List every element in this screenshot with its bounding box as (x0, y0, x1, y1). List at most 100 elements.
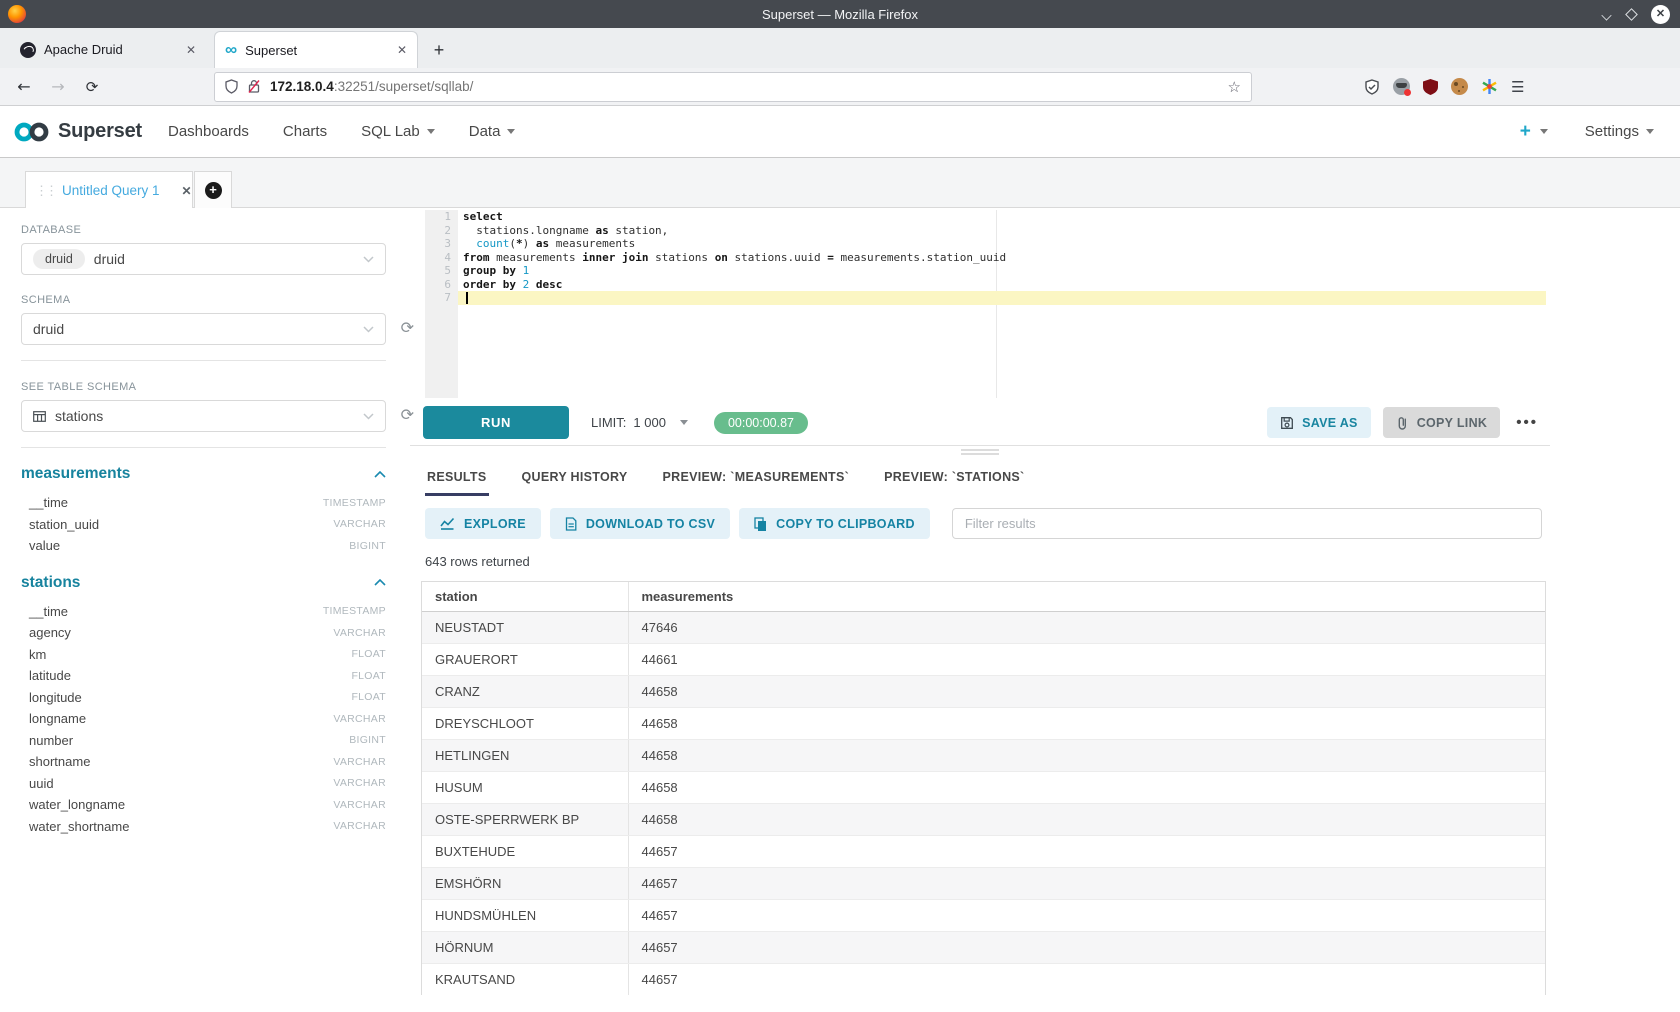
new-query-tab-button[interactable] (194, 171, 232, 209)
column-row: agencyVARCHAR (21, 622, 386, 644)
table-name: stations (21, 574, 80, 592)
splitter-grip-icon[interactable] (961, 449, 999, 457)
filter-results-input[interactable] (952, 508, 1542, 539)
column-type: FLOAT (351, 670, 386, 682)
table-cell: OSTE-SPERRWERK BP (422, 804, 628, 836)
settings-menu[interactable]: Settings (1585, 123, 1654, 140)
code-token: stations.longname (463, 224, 595, 237)
window-minimize-icon[interactable] (1602, 11, 1612, 17)
column-type: VARCHAR (333, 820, 386, 832)
table-schema-select[interactable]: stations (21, 400, 386, 432)
tab-close-icon[interactable] (186, 43, 196, 57)
chevron-down-icon[interactable] (680, 420, 688, 425)
copy-to-clipboard-button[interactable]: COPY TO CLIPBOARD (739, 508, 930, 539)
table-cell: BUXTEHUDE (422, 836, 628, 868)
url-bar[interactable]: 172.18.0.4:32251/superset/sqllab/ (214, 72, 1252, 102)
ublock-shield-icon[interactable] (1423, 79, 1438, 95)
query-tab-untitled-query-1[interactable]: Untitled Query 1 (25, 171, 193, 209)
back-button[interactable] (14, 77, 34, 96)
results-tab-preview-stations[interactable]: PREVIEW: `STATIONS` (882, 460, 1026, 496)
column-row: numberBIGINT (21, 730, 386, 752)
nav-item-sql-lab[interactable]: SQL Lab (361, 123, 435, 140)
schema-select[interactable]: druid (21, 313, 386, 345)
nav-item-data[interactable]: Data (469, 123, 516, 140)
clipboard-icon (754, 517, 767, 531)
database-select[interactable]: druid druid (21, 243, 386, 275)
elapsed-timer-badge: 00:00:00.87 (714, 412, 808, 434)
table-schema-value: stations (55, 408, 103, 424)
table-row: KRAUTSAND44657 (422, 964, 1545, 996)
forward-button[interactable] (48, 77, 68, 96)
results-tab-results[interactable]: RESULTS (425, 460, 489, 496)
row-count-label: 643 rows returned (425, 554, 1550, 569)
results-tab-query-history[interactable]: QUERY HISTORY (520, 460, 630, 496)
table-cell: HETLINGEN (422, 740, 628, 772)
column-row: water_shortnameVARCHAR (21, 816, 386, 838)
column-row: kmFLOAT (21, 644, 386, 666)
table-row: OSTE-SPERRWERK BP44658 (422, 804, 1545, 836)
bookmark-star-icon[interactable] (1228, 78, 1241, 96)
sql-editor[interactable]: 1234567 select stations.longname as stat… (425, 210, 1546, 398)
code-token: desc (536, 278, 563, 291)
table-cell: 44657 (628, 900, 1545, 932)
code-token: measurements (490, 251, 583, 264)
results-tab-preview-measurements[interactable]: PREVIEW: `MEASUREMENTS` (661, 460, 852, 496)
column-header-measurements[interactable]: measurements (628, 582, 1545, 612)
drag-handle-icon[interactable] (35, 184, 55, 197)
code-token: inner join (582, 251, 648, 264)
query-tab-close-icon[interactable] (182, 184, 192, 198)
table-cell: DREYSCHLOOT (422, 708, 628, 740)
line-number: 1 (425, 210, 458, 224)
chevron-up-icon (374, 471, 386, 478)
browser-tab-apache-druid[interactable]: Apache Druid (10, 31, 206, 68)
table-cell: 44658 (628, 708, 1545, 740)
copy-link-button[interactable]: COPY LINK (1383, 407, 1501, 438)
limit-dropdown[interactable]: LIMIT: 1 000 (591, 415, 666, 430)
cookie-extension-icon[interactable] (1451, 78, 1468, 95)
new-tab-button[interactable] (424, 35, 454, 65)
plus-circle-icon (205, 182, 222, 199)
extension-shield-icon[interactable] (1364, 79, 1380, 95)
tab-close-icon[interactable] (397, 43, 407, 57)
download-csv-button[interactable]: DOWNLOAD TO CSV (550, 508, 730, 539)
reload-button[interactable] (82, 78, 102, 96)
browser-tab-superset[interactable]: Superset (214, 31, 418, 68)
table-heading-stations[interactable]: stations (21, 574, 386, 592)
sidebar-divider (21, 447, 386, 448)
pane-splitter[interactable] (410, 445, 1550, 456)
document-icon (565, 517, 577, 531)
line-number: 4 (425, 251, 458, 265)
window-close-icon[interactable] (1651, 5, 1670, 24)
column-row: water_longnameVARCHAR (21, 794, 386, 816)
column-name: number (29, 733, 73, 748)
copy-to-clipboard-label: COPY TO CLIPBOARD (776, 517, 915, 531)
colorful-asterisk-extension-icon[interactable] (1481, 78, 1498, 95)
table-cell: 44658 (628, 804, 1545, 836)
nav-item-charts[interactable]: Charts (283, 123, 327, 140)
browser-window: Superset — Mozilla Firefox Apache Druid … (0, 0, 1680, 1012)
code-token: = (827, 251, 834, 264)
extension-mask-icon[interactable] (1393, 78, 1410, 95)
nav-item-dashboards[interactable]: Dashboards (168, 123, 249, 140)
nav-item-label: Dashboards (168, 123, 249, 140)
column-row: shortnameVARCHAR (21, 751, 386, 773)
add-new-button[interactable]: + (1520, 123, 1531, 141)
table-row: CRANZ44658 (422, 676, 1545, 708)
insecure-lock-icon[interactable] (247, 79, 261, 94)
hamburger-menu-icon[interactable] (1511, 78, 1524, 96)
url-text: 172.18.0.4:32251/superset/sqllab/ (270, 79, 473, 94)
column-name: agency (29, 625, 71, 640)
column-name: water_longname (29, 797, 125, 812)
column-header-station[interactable]: station (422, 582, 628, 612)
window-maximize-icon[interactable] (1625, 8, 1638, 21)
tracking-shield-icon[interactable] (225, 79, 238, 94)
table-schema-label: SEE TABLE SCHEMA (21, 381, 386, 393)
more-options-button[interactable]: ••• (1516, 414, 1538, 431)
sql-pane: 1234567 select stations.longname as stat… (410, 208, 1550, 1012)
table-heading-measurements[interactable]: measurements (21, 465, 386, 483)
save-as-button[interactable]: SAVE AS (1267, 407, 1371, 438)
run-button[interactable]: RUN (423, 406, 569, 439)
superset-logo[interactable]: Superset (12, 120, 142, 144)
line-number: 6 (425, 278, 458, 292)
explore-button[interactable]: EXPLORE (425, 508, 541, 539)
